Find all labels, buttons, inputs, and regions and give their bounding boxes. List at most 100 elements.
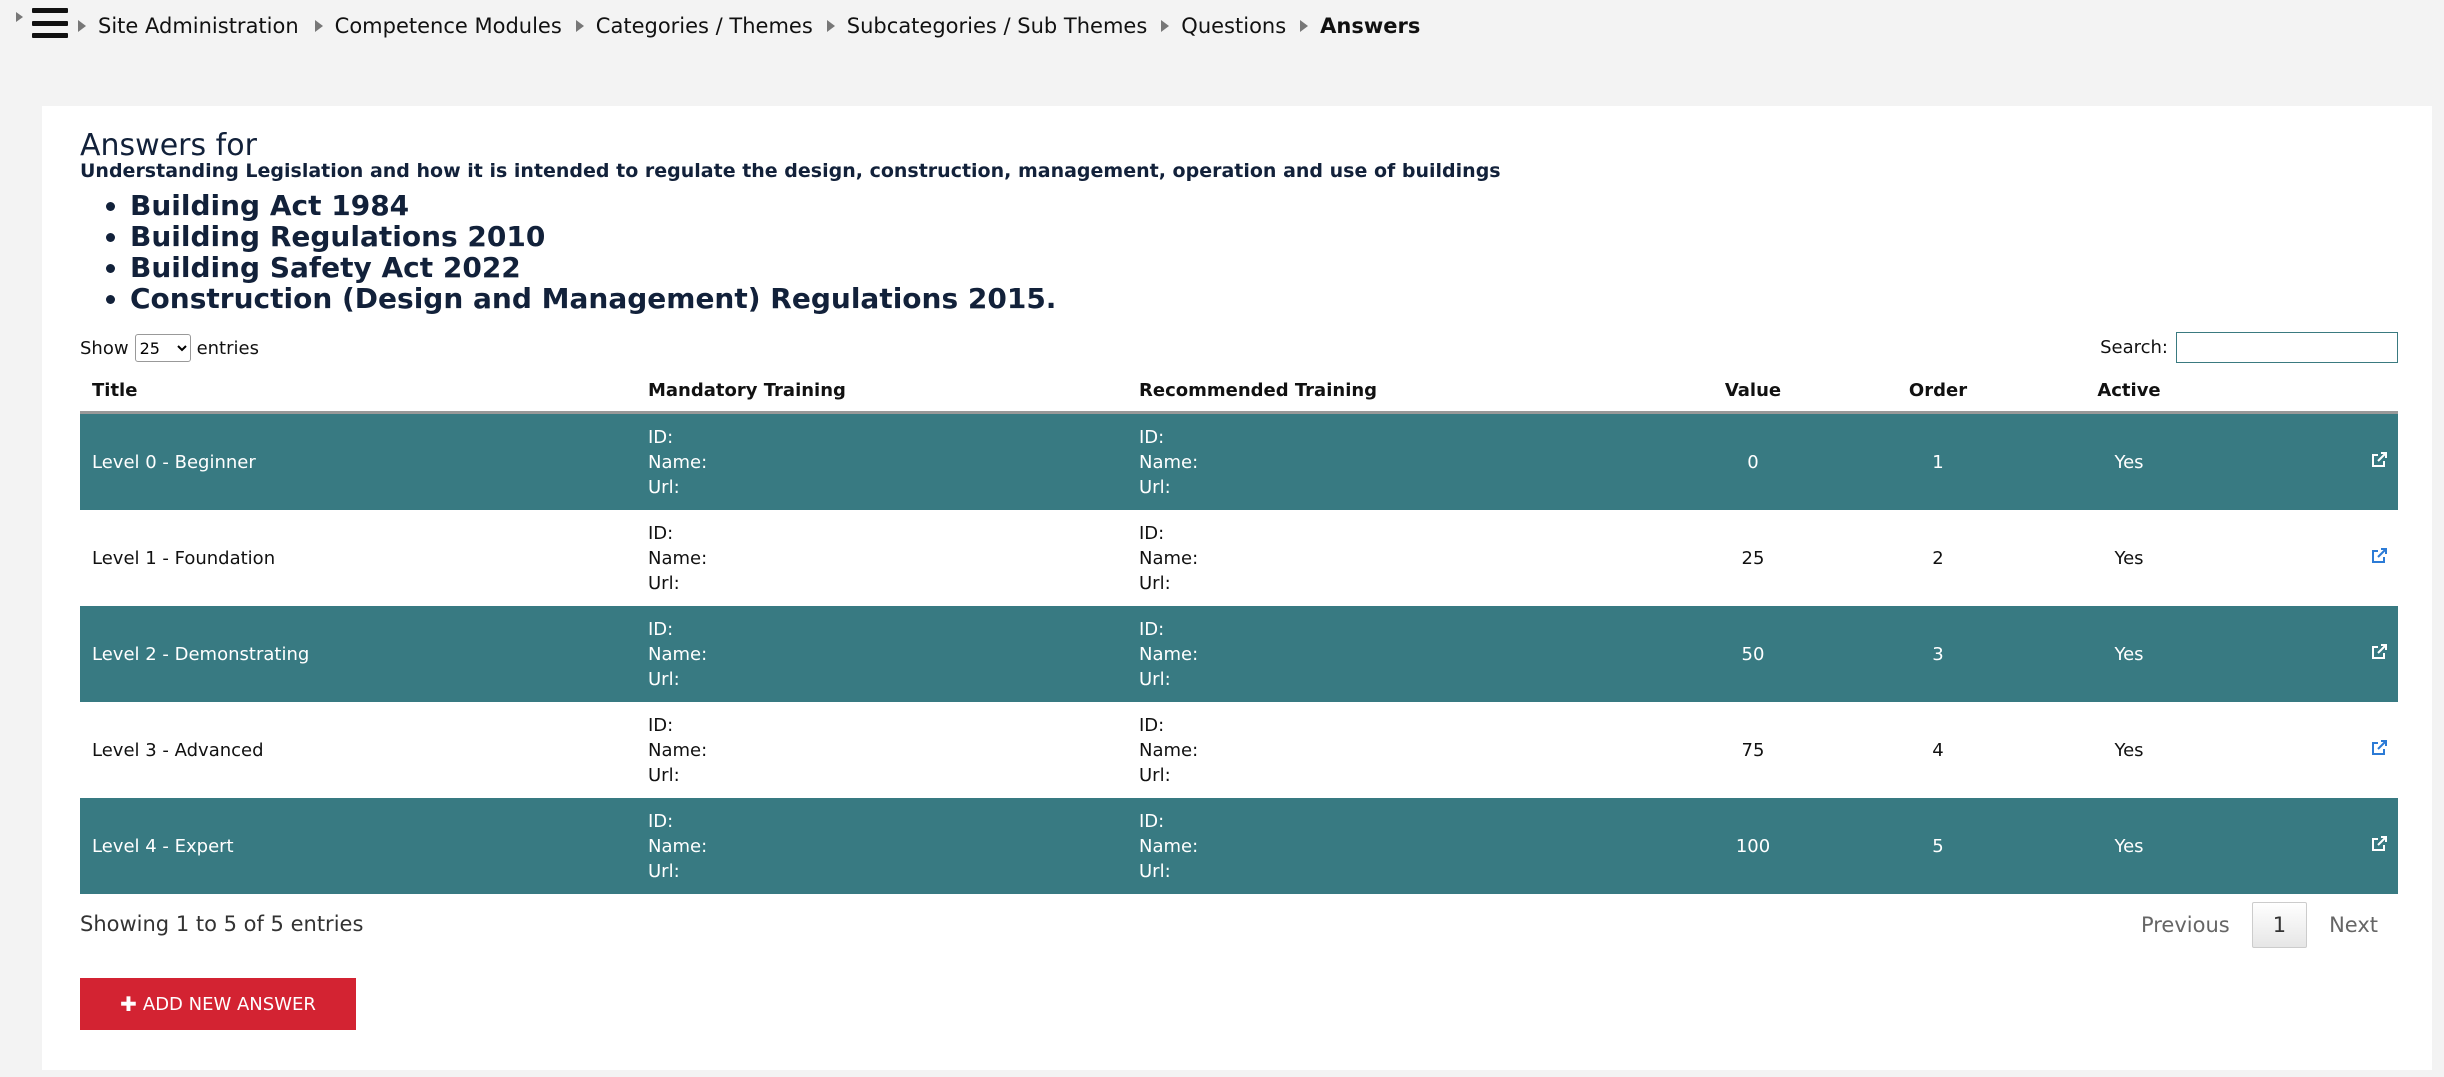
row-value: 75 bbox=[1741, 739, 1765, 761]
external-link-icon[interactable] bbox=[2370, 835, 2388, 853]
external-link-icon[interactable] bbox=[2370, 547, 2388, 565]
name-label: Name: bbox=[648, 547, 708, 569]
breadcrumb-competence-modules[interactable]: Competence Modules bbox=[335, 14, 562, 38]
breadcrumb-questions[interactable]: Questions bbox=[1181, 14, 1286, 38]
table-header: Title Mandatory Training Recommended Tra… bbox=[80, 370, 2398, 414]
name-label: Name: bbox=[1139, 739, 1199, 761]
pagination: Previous 1 Next bbox=[2119, 902, 2400, 948]
name-label: Name: bbox=[1139, 643, 1199, 665]
url-label: Url: bbox=[1139, 668, 1171, 690]
name-label: Name: bbox=[648, 451, 708, 473]
show-label: Show bbox=[80, 337, 129, 359]
caret-right-icon bbox=[1300, 20, 1309, 32]
column-header-order[interactable]: Order bbox=[1807, 380, 2069, 401]
row-value: 100 bbox=[1735, 835, 1771, 857]
caret-right-icon bbox=[78, 20, 86, 32]
name-label: Name: bbox=[1139, 451, 1199, 473]
list-item: Building Act 1984 bbox=[130, 190, 1056, 221]
id-label: ID: bbox=[1139, 714, 1165, 736]
column-header-recommended[interactable]: Recommended Training bbox=[1139, 380, 1699, 401]
id-label: ID: bbox=[648, 810, 674, 832]
breadcrumb-site-administration[interactable]: Site Administration bbox=[98, 14, 299, 38]
previous-button[interactable]: Previous bbox=[2119, 903, 2252, 947]
mandatory-training: ID: Name: Url: bbox=[648, 425, 1139, 500]
breadcrumb-answers: Answers bbox=[1320, 14, 1421, 38]
mandatory-training: ID: Name: Url: bbox=[648, 521, 1139, 596]
table-row: Level 4 - Expert ID: Name: Url: ID: Name… bbox=[80, 798, 2398, 894]
row-order: 2 bbox=[1932, 547, 1944, 569]
row-order: 4 bbox=[1932, 739, 1944, 761]
row-order: 1 bbox=[1932, 451, 1944, 473]
breadcrumb-categories-themes[interactable]: Categories / Themes bbox=[596, 14, 813, 38]
caret-right-icon bbox=[1161, 20, 1170, 32]
id-label: ID: bbox=[648, 618, 674, 640]
row-order: 3 bbox=[1932, 643, 1944, 665]
table-row: Level 2 - Demonstrating ID: Name: Url: I… bbox=[80, 606, 2398, 702]
legislation-list: Building Act 1984 Building Regulations 2… bbox=[130, 190, 1056, 314]
next-button[interactable]: Next bbox=[2307, 903, 2400, 947]
plus-icon: ✚ bbox=[120, 992, 137, 1016]
breadcrumb-subcategories[interactable]: Subcategories / Sub Themes bbox=[847, 14, 1148, 38]
mandatory-training: ID: Name: Url: bbox=[648, 617, 1139, 692]
row-value: 0 bbox=[1747, 451, 1759, 473]
entries-length-control: Show 25 entries bbox=[80, 334, 259, 362]
id-label: ID: bbox=[1139, 522, 1165, 544]
search-control: Search: bbox=[2100, 332, 2398, 363]
column-header-value[interactable]: Value bbox=[1699, 380, 1807, 401]
entries-select[interactable]: 25 bbox=[134, 334, 191, 362]
id-label: ID: bbox=[1139, 426, 1165, 448]
row-active: Yes bbox=[2114, 739, 2144, 761]
row-title: Level 4 - Expert bbox=[92, 835, 234, 857]
recommended-training: ID: Name: Url: bbox=[1139, 617, 1699, 692]
external-link-icon[interactable] bbox=[2370, 451, 2388, 469]
column-header-mandatory[interactable]: Mandatory Training bbox=[648, 380, 1139, 401]
answers-table: Title Mandatory Training Recommended Tra… bbox=[80, 370, 2398, 894]
page-title: Answers for bbox=[80, 128, 257, 163]
column-header-active[interactable]: Active bbox=[2069, 380, 2189, 401]
search-input[interactable] bbox=[2176, 332, 2398, 363]
row-title: Level 3 - Advanced bbox=[92, 739, 264, 761]
question-title: Understanding Legislation and how it is … bbox=[80, 160, 1501, 182]
external-link-icon[interactable] bbox=[2370, 739, 2388, 757]
list-item: Building Safety Act 2022 bbox=[130, 252, 1056, 283]
recommended-training: ID: Name: Url: bbox=[1139, 809, 1699, 884]
mandatory-training: ID: Name: Url: bbox=[648, 809, 1139, 884]
row-order: 5 bbox=[1932, 835, 1944, 857]
row-active: Yes bbox=[2114, 547, 2144, 569]
add-new-answer-button[interactable]: ✚ ADD NEW ANSWER bbox=[80, 978, 356, 1030]
url-label: Url: bbox=[648, 572, 680, 594]
search-label: Search: bbox=[2100, 337, 2168, 358]
name-label: Name: bbox=[1139, 547, 1199, 569]
page-1-button[interactable]: 1 bbox=[2251, 902, 2308, 948]
url-label: Url: bbox=[1139, 476, 1171, 498]
external-link-icon[interactable] bbox=[2370, 643, 2388, 661]
url-label: Url: bbox=[648, 860, 680, 882]
row-title: Level 1 - Foundation bbox=[92, 547, 276, 569]
table-row: Level 3 - Advanced ID: Name: Url: ID: Na… bbox=[80, 702, 2398, 798]
caret-right-icon bbox=[826, 20, 835, 32]
column-header-title[interactable]: Title bbox=[80, 380, 648, 401]
recommended-training: ID: Name: Url: bbox=[1139, 521, 1699, 596]
caret-right-icon bbox=[314, 20, 323, 32]
id-label: ID: bbox=[648, 714, 674, 736]
url-label: Url: bbox=[1139, 860, 1171, 882]
breadcrumb-bar: Site Administration Competence Modules C… bbox=[0, 0, 2444, 56]
id-label: ID: bbox=[648, 426, 674, 448]
list-item: Construction (Design and Management) Reg… bbox=[130, 283, 1056, 314]
table-row: Level 1 - Foundation ID: Name: Url: ID: … bbox=[80, 510, 2398, 606]
url-label: Url: bbox=[1139, 572, 1171, 594]
row-active: Yes bbox=[2114, 451, 2144, 473]
url-label: Url: bbox=[648, 668, 680, 690]
name-label: Name: bbox=[1139, 835, 1199, 857]
caret-right-icon bbox=[575, 20, 584, 32]
row-value: 25 bbox=[1741, 547, 1765, 569]
name-label: Name: bbox=[648, 739, 708, 761]
hamburger-menu-icon[interactable] bbox=[32, 8, 68, 38]
table-info: Showing 1 to 5 of 5 entries bbox=[80, 912, 364, 936]
row-active: Yes bbox=[2114, 643, 2144, 665]
row-active: Yes bbox=[2114, 835, 2144, 857]
entries-label: entries bbox=[196, 337, 259, 359]
url-label: Url: bbox=[648, 476, 680, 498]
mandatory-training: ID: Name: Url: bbox=[648, 713, 1139, 788]
list-item: Building Regulations 2010 bbox=[130, 221, 1056, 252]
